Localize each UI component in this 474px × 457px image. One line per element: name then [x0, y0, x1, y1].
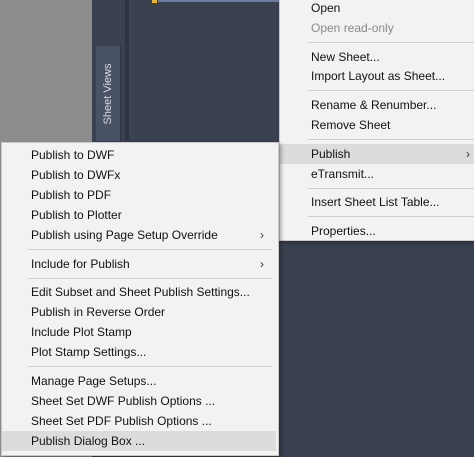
background-gray-area — [0, 0, 92, 140]
menu-separator — [308, 216, 474, 217]
menu-item-publish[interactable]: Publish › — [280, 144, 474, 164]
menu-item-label: Insert Sheet List Table... — [311, 195, 440, 209]
chevron-right-icon: › — [260, 228, 264, 242]
sheet-context-menu: Open Open read-only New Sheet... Import … — [279, 0, 474, 241]
menu-item-label: Publish using Page Setup Override — [31, 228, 218, 242]
menu-item-label: Include Plot Stamp — [31, 325, 132, 339]
submenu-item-dwf-publish-options[interactable]: Sheet Set DWF Publish Options ... — [2, 391, 276, 411]
menu-item-etransmit[interactable]: eTransmit... — [280, 164, 474, 184]
submenu-item-plot-stamp-settings[interactable]: Plot Stamp Settings... — [2, 342, 276, 362]
selected-row-highlight — [158, 0, 280, 2]
menu-item-label: Edit Subset and Sheet Publish Settings..… — [31, 285, 250, 299]
submenu-item-include-plot-stamp[interactable]: Include Plot Stamp — [2, 322, 276, 342]
menu-item-label: Plot Stamp Settings... — [31, 345, 147, 359]
menu-item-remove-sheet[interactable]: Remove Sheet — [280, 115, 474, 135]
menu-item-rename-renumber[interactable]: Rename & Renumber... — [280, 95, 474, 115]
chevron-right-icon: › — [260, 257, 264, 271]
menu-item-open[interactable]: Open — [280, 0, 474, 18]
menu-item-label: Properties... — [311, 224, 376, 238]
menu-item-label: Sheet Set PDF Publish Options ... — [31, 414, 212, 428]
menu-item-open-read-only: Open read-only — [280, 18, 474, 38]
submenu-item-page-setup-override[interactable]: Publish using Page Setup Override › — [2, 225, 276, 245]
menu-separator — [308, 139, 474, 140]
menu-item-label: Publish Dialog Box ... — [31, 434, 146, 448]
menu-item-label: eTransmit... — [311, 167, 374, 181]
menu-separator — [308, 188, 474, 189]
menu-item-label: Publish to PDF — [31, 188, 112, 202]
submenu-item-edit-subset-settings[interactable]: Edit Subset and Sheet Publish Settings..… — [2, 282, 276, 302]
submenu-item-include-for-publish[interactable]: Include for Publish › — [2, 254, 276, 274]
sheet-views-tab[interactable]: Sheet Views — [96, 46, 121, 141]
menu-item-label: Import Layout as Sheet... — [311, 69, 446, 83]
menu-item-label: Open — [311, 1, 341, 15]
submenu-item-reverse-order[interactable]: Publish in Reverse Order — [2, 302, 276, 322]
menu-separator — [28, 366, 272, 367]
menu-separator — [308, 42, 474, 43]
menu-item-new-sheet[interactable]: New Sheet... — [280, 47, 474, 67]
publish-submenu: Publish to DWF Publish to DWFx Publish t… — [1, 142, 279, 456]
submenu-item-manage-page-setups[interactable]: Manage Page Setups... — [2, 371, 276, 391]
menu-item-label: Sheet Set DWF Publish Options ... — [31, 394, 216, 408]
menu-separator — [28, 249, 272, 250]
menu-item-label: Remove Sheet — [311, 118, 391, 132]
submenu-item-publish-plotter[interactable]: Publish to Plotter — [2, 205, 276, 225]
menu-item-label: Manage Page Setups... — [31, 374, 157, 388]
chevron-right-icon: › — [466, 147, 470, 161]
menu-item-label: Include for Publish — [31, 257, 130, 271]
menu-item-label: Publish in Reverse Order — [31, 305, 166, 319]
menu-item-label: Open read-only — [311, 21, 394, 35]
menu-item-import-layout[interactable]: Import Layout as Sheet... — [280, 66, 474, 86]
menu-item-label: Publish — [311, 147, 351, 161]
menu-separator — [308, 90, 474, 91]
menu-separator — [28, 278, 272, 279]
submenu-item-publish-dwfx[interactable]: Publish to DWFx — [2, 165, 276, 185]
menu-item-properties[interactable]: Properties... — [280, 221, 474, 241]
sheet-views-tab-label: Sheet Views — [102, 63, 114, 124]
submenu-item-publish-dialog-box[interactable]: Publish Dialog Box ... — [2, 431, 276, 451]
submenu-item-publish-pdf[interactable]: Publish to PDF — [2, 185, 276, 205]
menu-item-label: Rename & Renumber... — [311, 98, 437, 112]
submenu-item-pdf-publish-options[interactable]: Sheet Set PDF Publish Options ... — [2, 411, 276, 431]
submenu-item-publish-dwf[interactable]: Publish to DWF — [2, 145, 276, 165]
menu-item-insert-sheet-list[interactable]: Insert Sheet List Table... — [280, 192, 474, 212]
menu-item-label: New Sheet... — [311, 50, 380, 64]
yellow-marker-icon — [152, 0, 157, 3]
panel-divider — [125, 0, 129, 140]
menu-item-label: Publish to DWF — [31, 148, 115, 162]
menu-item-label: Publish to Plotter — [31, 208, 122, 222]
menu-item-label: Publish to DWFx — [31, 168, 121, 182]
